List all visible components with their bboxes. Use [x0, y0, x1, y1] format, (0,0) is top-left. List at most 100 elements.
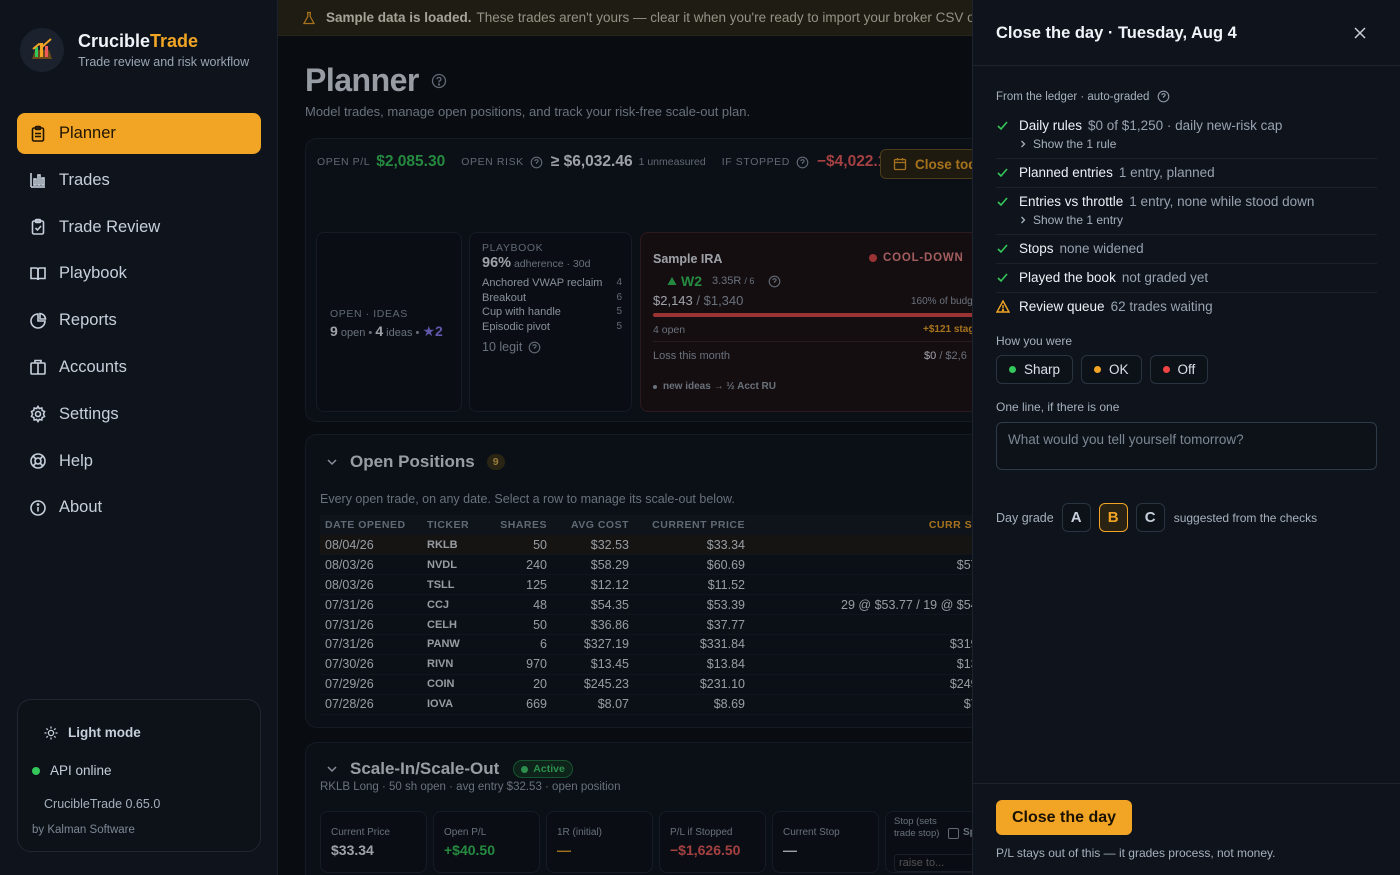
check-review-queue: Review queue 62 trades waiting: [996, 293, 1377, 321]
sidebar-item-trades[interactable]: Trades: [17, 160, 261, 201]
mood-sharp-button[interactable]: Sharp: [996, 355, 1074, 384]
grade-c-button[interactable]: C: [1135, 503, 1165, 532]
brand-name-part1: Crucible: [78, 31, 151, 51]
sun-icon: [44, 726, 58, 739]
sidebar-nav: Planner Trades Trade Review Playbook Rep…: [17, 113, 261, 534]
check-name: Entries vs throttle: [1019, 194, 1124, 209]
clipboard-check-icon: [31, 218, 45, 235]
status-dot-icon: [1162, 366, 1170, 373]
check-stops: Stops none widened: [996, 235, 1377, 264]
sidebar-item-label: Playbook: [59, 264, 127, 283]
building-icon: [30, 360, 46, 376]
sidebar-item-label: Planner: [59, 124, 116, 142]
clipboard-icon: [31, 125, 45, 142]
check-detail: $0 of $1,250 · daily new-risk cap: [1088, 118, 1283, 133]
check-played-book: Played the book not graded yet: [996, 264, 1377, 293]
brand-name: CrucibleTrade: [78, 31, 249, 52]
mood-ok-button[interactable]: OK: [1081, 355, 1142, 384]
status-dot-icon: [1009, 366, 1016, 373]
status-dot-icon: [1094, 366, 1102, 373]
check-detail: 1 entry, planned: [1118, 165, 1215, 180]
toggle-label: Show the 1 rule: [1033, 137, 1117, 151]
brand[interactable]: CrucibleTrade Trade review and risk work…: [20, 28, 249, 72]
sidebar-item-planner[interactable]: Planner: [17, 113, 261, 154]
check-name: Review queue: [1019, 299, 1105, 314]
close-icon[interactable]: [1353, 26, 1367, 40]
drawer-title: Close the day · Tuesday, Aug 4: [996, 24, 1237, 42]
check-icon: [997, 197, 1008, 207]
sidebar-item-about[interactable]: About: [17, 487, 261, 528]
check-detail: 1 entry, none while stood down: [1129, 194, 1315, 209]
show-rule-toggle[interactable]: Show the 1 rule: [1019, 135, 1377, 153]
check-icon: [997, 168, 1008, 178]
sidebar-item-label: Reports: [59, 311, 117, 330]
sidebar-item-reports[interactable]: Reports: [17, 300, 261, 341]
modal-backdrop[interactable]: [278, 0, 972, 875]
one-line-textarea[interactable]: [996, 422, 1377, 470]
mood-off-button[interactable]: Off: [1149, 355, 1209, 384]
check-name: Played the book: [1019, 270, 1116, 285]
sidebar-item-playbook[interactable]: Playbook: [17, 253, 261, 294]
check-daily-rules: Daily rules $0 of $1,250 · daily new-risk…: [996, 112, 1377, 159]
check-detail: not graded yet: [1121, 270, 1209, 285]
check-detail: none widened: [1059, 241, 1144, 256]
ledger-caption: From the ledger · auto-graded: [996, 90, 1170, 103]
one-line-label: One line, if there is one: [996, 400, 1120, 414]
chevron-right-icon: [1021, 140, 1026, 148]
drawer-header: Close the day · Tuesday, Aug 4: [973, 0, 1400, 66]
app-version: CrucibleTrade 0.65.0: [44, 797, 161, 811]
brand-tagline: Trade review and risk workflow: [78, 55, 250, 69]
check-icon: [997, 273, 1008, 283]
grade-b-button[interactable]: B: [1098, 503, 1128, 532]
sidebar-item-accounts[interactable]: Accounts: [17, 347, 261, 388]
drawer-footer: Close the day P/L stays out of this — it…: [973, 783, 1400, 875]
sidebar-item-label: Settings: [59, 404, 119, 423]
sidebar-item-label: Trades: [59, 170, 110, 189]
light-mode-label: Light mode: [68, 725, 141, 740]
check-name: Daily rules: [1019, 118, 1083, 133]
gear-icon: [30, 405, 46, 424]
mood-selector: Sharp OK Off: [996, 355, 1216, 384]
sidebar-item-label: Trade Review: [59, 217, 161, 236]
how-you-were-label: How you were: [996, 334, 1073, 348]
pie-icon: [30, 312, 47, 329]
drawer-footnote: P/L stays out of this — it grades proces…: [996, 846, 1276, 860]
sidebar-item-label: Help: [59, 451, 93, 470]
light-mode-toggle[interactable]: Light mode: [44, 725, 141, 740]
crucible-logo-icon: [20, 28, 64, 72]
api-status-label: API online: [50, 763, 112, 778]
chevron-right-icon: [1021, 216, 1026, 224]
mood-label: Sharp: [1024, 362, 1061, 377]
sidebar-item-label: Accounts: [59, 357, 127, 376]
close-day-drawer: Close the day · Tuesday, Aug 4 From the …: [972, 0, 1400, 875]
check-icon: [997, 121, 1008, 131]
book-icon: [30, 267, 46, 280]
sidebar-item-settings[interactable]: Settings: [17, 394, 261, 435]
sidebar: CrucibleTrade Trade review and risk work…: [0, 0, 278, 875]
check-name: Stops: [1019, 241, 1054, 256]
check-planned-entries: Planned entries 1 entry, planned: [996, 159, 1377, 188]
show-entry-toggle[interactable]: Show the 1 entry: [1019, 211, 1377, 229]
grade-hint: suggested from the checks: [1173, 510, 1318, 525]
warning-triangle-icon: [996, 300, 1010, 313]
help-circle-icon[interactable]: [1157, 90, 1170, 103]
grade-a-button[interactable]: A: [1061, 503, 1091, 532]
close-the-day-button[interactable]: Close the day: [996, 800, 1133, 835]
status-dot-icon: [32, 766, 40, 775]
check-detail: 62 trades waiting: [1110, 299, 1213, 314]
toggle-label: Show the 1 entry: [1033, 213, 1124, 227]
vendor-credit: by Kalman Software: [32, 824, 135, 836]
info-icon: [30, 500, 46, 516]
ledger-caption-text: From the ledger · auto-graded: [996, 90, 1150, 103]
check-name: Planned entries: [1019, 165, 1113, 180]
lifebuoy-icon: [30, 453, 46, 469]
mood-label: OK: [1109, 362, 1129, 377]
brand-name-part2: Trade: [150, 31, 199, 51]
auto-checks-list: Daily rules $0 of $1,250 · daily new-risk…: [996, 112, 1377, 321]
day-grade: Day grade A B C suggested from the check…: [996, 503, 1317, 532]
sidebar-item-trade-review[interactable]: Trade Review: [17, 207, 261, 248]
sidebar-item-help[interactable]: Help: [17, 441, 261, 482]
chart-icon: [30, 173, 45, 189]
mood-label: Off: [1177, 362, 1196, 377]
check-entries-throttle: Entries vs throttle 1 entry, none while s…: [996, 188, 1377, 235]
